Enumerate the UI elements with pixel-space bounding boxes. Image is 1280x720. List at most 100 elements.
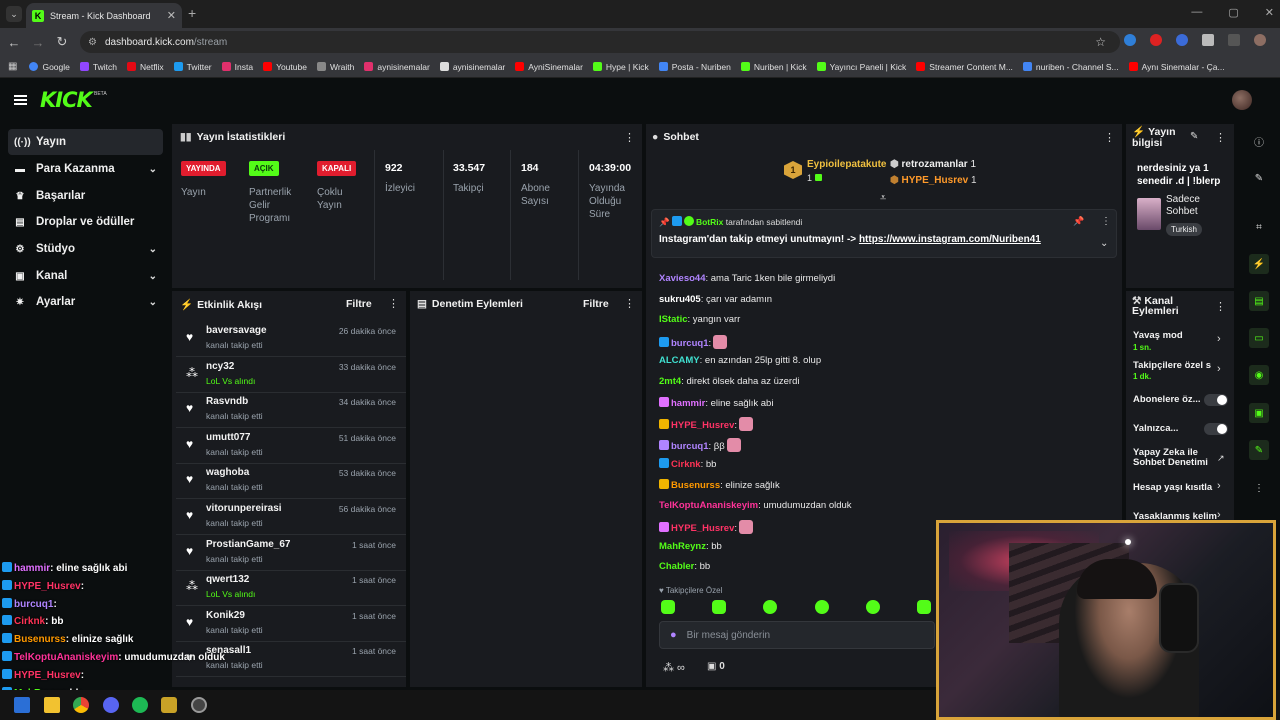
bookmark-item[interactable]: Aynı Sinemalar - Ça... [1128,62,1225,72]
activity-row[interactable]: ♥ umutt077 kanalı takip etti 51 dakika önce [176,429,406,464]
chat-username[interactable]: sukru405 [659,294,701,305]
microphone-icon[interactable]: ● [670,629,677,641]
unpin-icon[interactable]: 📌 [1073,216,1084,227]
chat-username[interactable]: Busenurss [671,480,720,491]
chat-username[interactable]: 2mt4 [659,376,681,387]
bookmark-item[interactable]: nuriben - Channel S... [1022,62,1119,72]
sidebar-item-kanal[interactable]: ▣ Kanal ⌄ [8,263,163,289]
edit-icon[interactable]: ✎ [1249,168,1269,188]
activity-row[interactable]: ⁂ ncy32 LoL Vs alındı 33 dakika önce [176,358,406,393]
minimize-icon[interactable]: — [1191,6,1202,19]
bookmark-item[interactable]: Hype | Kick [592,62,649,72]
bookmark-item[interactable]: Youtube [263,62,307,72]
chat-username[interactable]: Xavieso44 [659,273,705,284]
activity-row[interactable]: ♥ waghoba kanalı takip etti 53 dakika önce [176,464,406,500]
chat-username[interactable]: burcuq1 [671,338,708,349]
profile-icon[interactable] [1254,34,1266,46]
emote-button[interactable] [865,600,880,614]
activity-user[interactable]: vitorunpereirasi [206,503,282,514]
activity-user[interactable]: ncy32 [206,361,234,372]
close-tab-icon[interactable]: ✕ [167,9,176,22]
sidebar-item-ayarlar[interactable]: ✷ Ayarlar ⌄ [8,289,163,315]
category-name[interactable]: Sadece Sohbet [1166,194,1226,218]
emote-button[interactable] [814,600,829,614]
activity-row[interactable]: ♥ vitorunpereirasi kanalı takip etti 56 dak… [176,500,406,535]
obs-icon[interactable] [191,697,207,713]
account-age-chevron-icon[interactable]: › [1217,480,1221,492]
activity-user[interactable]: umutt077 [206,432,250,443]
sidebar-toggle-icon[interactable] [1228,34,1240,46]
bookmark-item[interactable]: Streamer Content M... [916,62,1013,72]
new-tab-icon[interactable]: + [188,5,196,21]
capture-icon[interactable]: ⌗ [1249,217,1269,237]
activity-user[interactable]: baversavage [206,325,267,336]
pinned-menu-icon[interactable]: ⋮ [1101,216,1111,227]
site-info-icon[interactable]: ⚙ [88,37,97,48]
chat-username[interactable]: ALCAMY [659,355,700,366]
app-icon[interactable] [161,697,177,713]
chat-username[interactable]: HYPE_Husrev [671,420,734,431]
browser-tab[interactable]: K Stream - Kick Dashboard ✕ [26,3,182,28]
emote-button[interactable] [916,600,931,614]
activity-user[interactable]: Konik29 [206,610,245,621]
menu-hamburger-icon[interactable] [14,95,27,105]
sidebar-item-para-kazanma[interactable]: ▬ Para Kazanma ⌄ [8,156,163,182]
bookmark-item[interactable]: Twitch [79,62,117,72]
chat-username[interactable]: Chabler [659,561,694,572]
bookmark-item[interactable]: Insta [221,62,253,72]
emote-button[interactable] [712,600,727,614]
sidebar-item-studyo[interactable]: ⚙ Stüdyo ⌄ [8,236,163,262]
activity-filter-button[interactable]: Filtre [346,298,372,310]
forward-icon[interactable]: → [26,35,50,50]
subscribers-only-toggle[interactable] [1204,394,1228,406]
bookmark-item[interactable]: AyniSinemalar [515,62,583,72]
followers-only-chevron-icon[interactable]: › [1217,363,1221,375]
slow-mode-chevron-icon[interactable]: › [1217,333,1221,345]
quick-action-store-icon[interactable]: ▣ [1249,403,1269,423]
spotify-icon[interactable] [132,697,148,713]
activity-row[interactable]: ⁂ qwert132 LoL Vs alındı 1 saat önce [176,571,406,607]
bookmark-item[interactable]: aynisinemalar [439,62,505,72]
activity-row[interactable]: ♥ Rasvndb kanalı takip etti 34 dakika önce [176,393,406,429]
moderation-filter-button[interactable]: Filtre [583,298,609,310]
sidebar-item-droplar[interactable]: ▤ Droplar ve ödüller [8,209,163,235]
close-window-icon[interactable]: ✕ [1265,6,1274,19]
tab-search-icon[interactable]: ⌄ [6,6,22,22]
quick-action-tools-icon[interactable]: ✎ [1249,440,1269,460]
edit-stream-info-icon[interactable]: ✎ [1190,131,1198,142]
gifter-name[interactable]: HYPE_Husrev [902,175,969,186]
chat-username[interactable]: IStatic [659,314,688,325]
activity-row[interactable]: ♥ Konik29 kanalı takip etti 1 saat önce [176,607,406,642]
bookmark-item[interactable]: aynisinemalar [364,62,430,72]
emote-button[interactable] [661,600,675,614]
info-icon[interactable]: ⓘ [1249,131,1269,151]
chat-username[interactable]: HYPE_Husrev [671,523,734,534]
chat-username[interactable]: TelKoptuAnaniskeyim [659,500,758,511]
reload-icon[interactable]: ↻ [50,34,74,50]
url-bar[interactable]: ⚙ dashboard.kick.com/stream ☆ [80,31,1120,53]
bookmark-item[interactable]: Google [29,62,70,72]
gifter-name[interactable]: retrozamanlar [902,159,968,170]
activity-user[interactable]: Rasvndb [206,396,248,407]
kick-logo[interactable]: KICK [40,88,93,112]
bookmark-item[interactable]: Yayıncı Paneli | Kick [816,62,906,72]
start-icon[interactable] [14,697,30,713]
chrome-icon[interactable] [73,697,89,713]
user-avatar[interactable] [1232,90,1252,110]
category-thumbnail[interactable] [1137,198,1161,230]
chat-users-icon[interactable]: ⁂ ∞ [663,661,685,674]
chat-input[interactable]: ● Bir mesaj gönderin [659,621,935,649]
activity-row[interactable]: ♥ baversavage kanalı takip etti 26 dakika ö… [176,322,406,357]
more-options-icon[interactable]: ⋮ [1249,478,1269,498]
emote-button[interactable] [763,600,778,614]
bookmark-star-icon[interactable]: ☆ [1095,35,1106,49]
extension-icon[interactable] [1150,34,1162,46]
pinned-link[interactable]: https://www.instagram.com/Nuriben41 [859,234,1041,245]
chat-username[interactable]: MahReynz [659,541,706,552]
chat-username[interactable]: Cirknk [671,459,701,470]
emote-only-toggle[interactable] [1204,423,1228,435]
sidebar-item-basarilar[interactable]: ♛ Başarılar [8,183,163,209]
stream-info-menu-icon[interactable]: ⋮ [1215,131,1226,144]
maximize-icon[interactable]: ▢ [1228,6,1238,19]
bookmark-item[interactable]: Wraith [316,62,354,72]
